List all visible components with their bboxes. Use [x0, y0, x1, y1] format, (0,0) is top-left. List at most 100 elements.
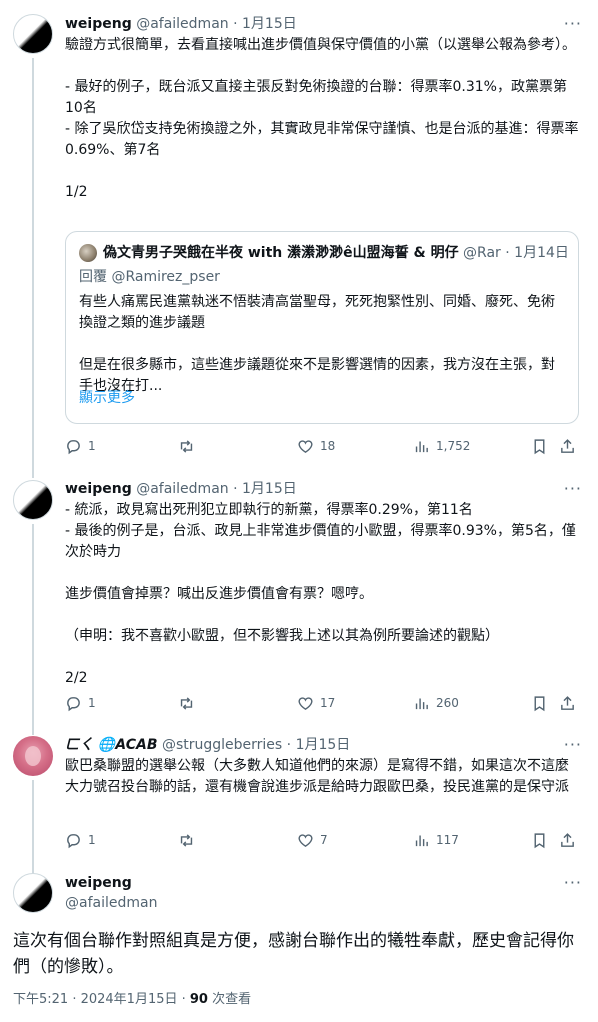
thread-line [32, 727, 34, 735]
reply-button[interactable]: 1 [65, 693, 96, 713]
views-button[interactable]: 260 [413, 693, 459, 713]
thread-line [32, 865, 34, 873]
thread-line [32, 780, 34, 865]
show-more-link[interactable]: 顯示更多 [79, 388, 135, 408]
like-button[interactable]: 7 [297, 830, 328, 850]
views-button[interactable]: 117 [413, 830, 459, 850]
tweet-meta: 下午5:21 · 2024年1月15日 · 90 次查看 [13, 990, 251, 1010]
more-icon[interactable]: ··· [564, 479, 582, 499]
quote-reply-handle: @Ramirez_pser [111, 269, 220, 285]
reply-count: 1 [88, 439, 96, 453]
views-count: 117 [436, 833, 459, 847]
share-button[interactable] [559, 436, 576, 456]
quote-header: 偽文青男子哭餓在半夜 with 潫潫渺渺ê山盟海誓 & 明仔 @Rar · 1月… [103, 245, 569, 261]
tweet-3[interactable]: ㄈㄑ 🌐ACAB @struggleberries · 1月15日 ··· 歐巴… [0, 727, 598, 865]
like-button[interactable]: 17 [297, 693, 335, 713]
views-count: 260 [436, 696, 459, 710]
bookmark-icon [534, 695, 545, 711]
tweet-header: weipeng @afailedman · 1月15日 [65, 16, 297, 32]
bookmark-icon [534, 832, 545, 848]
reply-icon [67, 696, 80, 711]
avatar[interactable] [13, 14, 53, 54]
tweet-text: 驗證方式很簡單，去看直接喊出進步價值與保守價值的小黨（以選舉公報為參考）。 - … [65, 37, 579, 200]
tweet-date[interactable]: 1月15日 [296, 737, 351, 753]
quote-avatar [79, 244, 97, 262]
views-icon [415, 441, 428, 452]
bookmark-button[interactable] [531, 436, 548, 456]
more-icon[interactable]: ··· [564, 14, 582, 34]
avatar-face [25, 746, 41, 766]
author-handle[interactable]: @struggleberries [162, 737, 282, 753]
views-total: 90 [189, 992, 208, 1007]
reply-icon [67, 833, 80, 848]
quote-text: 有些人痛罵民進黨執迷不悟裝清高當聖母，死死抱緊性別、同婚、廢死、免術換證之類的進… [79, 294, 555, 394]
bookmark-icon [534, 438, 545, 454]
tweet-text: - 統派，政見寫出死刑犯立即執行的新黨，得票率0.29%，第11名 - 最後的例… [65, 502, 576, 686]
more-icon[interactable]: ··· [564, 735, 582, 755]
author-handle[interactable]: @afailedman [136, 481, 228, 497]
main-author: weipeng @afailedman [65, 873, 157, 913]
avatar[interactable] [13, 480, 53, 520]
author-name[interactable]: weipeng [65, 873, 157, 893]
thread-line [32, 58, 34, 470]
author-name[interactable]: weipeng [65, 481, 132, 497]
retweet-button[interactable] [178, 830, 201, 850]
reply-count: 1 [88, 696, 96, 710]
retweet-button[interactable] [178, 436, 201, 456]
tweet-2[interactable]: weipeng @afailedman · 1月15日 ··· - 統派，政見寫… [0, 470, 598, 727]
tweet-timestamp[interactable]: 下午5:21 · 2024年1月15日 · [13, 992, 190, 1007]
retweet-button[interactable] [178, 693, 201, 713]
reply-button[interactable]: 1 [65, 830, 96, 850]
tweet-text: 歐巴桑聯盟的選舉公報（大多數人知道他們的來源）是寫得不錯，如果這次不這麼大力號召… [65, 758, 569, 795]
thread-line [32, 470, 34, 478]
quote-author-handle: @Rar [463, 245, 501, 261]
avatar[interactable] [13, 736, 53, 776]
retweet-icon [180, 439, 193, 453]
reply-button[interactable]: 1 [65, 436, 96, 456]
like-button[interactable]: 18 [297, 436, 335, 456]
author-handle[interactable]: @afailedman [136, 16, 228, 32]
tweet-header: weipeng @afailedman · 1月15日 [65, 481, 297, 497]
quote-reply-context: 回覆 @Ramirez_pser [79, 269, 220, 285]
bookmark-button[interactable] [531, 830, 548, 850]
views-label: 次查看 [207, 992, 252, 1007]
views-icon [415, 835, 428, 846]
quoted-tweet[interactable]: 偽文青男子哭餓在半夜 with 潫潫渺渺ê山盟海誓 & 明仔 @Rar · 1月… [65, 231, 579, 424]
more-icon[interactable]: ··· [564, 873, 582, 893]
author-name[interactable]: weipeng [65, 16, 132, 32]
reply-count: 1 [88, 833, 96, 847]
retweet-icon [180, 696, 193, 710]
views-button[interactable]: 1,752 [413, 436, 470, 456]
action-bar: 1 17 260 [65, 693, 580, 713]
share-button[interactable] [559, 830, 576, 850]
tweet-date[interactable]: 1月15日 [242, 16, 297, 32]
author-name[interactable]: ㄈㄑ 🌐ACAB [65, 737, 158, 753]
main-tweet: weipeng @afailedman ··· 這次有個台聯作對照組真是方便，感… [0, 865, 598, 1022]
like-icon [298, 696, 313, 710]
reply-icon [67, 439, 80, 454]
tweet-1[interactable]: weipeng @afailedman · 1月15日 ··· 驗證方式很簡單，… [0, 0, 598, 470]
like-count: 18 [320, 439, 336, 453]
share-icon [561, 832, 574, 847]
share-icon [561, 695, 574, 710]
views-icon [415, 698, 428, 709]
share-icon [561, 438, 574, 453]
bookmark-button[interactable] [531, 693, 548, 713]
thread-line [32, 524, 34, 727]
main-tweet-text: 這次有個台聯作對照組真是方便，感謝台聯作出的犧牲奉獻，歷史會記得你們（的慘敗）。 [13, 931, 574, 977]
author-handle[interactable]: @afailedman [65, 893, 157, 913]
views-count: 1,752 [436, 439, 471, 453]
retweet-icon [180, 833, 193, 847]
quote-author-name: 偽文青男子哭餓在半夜 with 潫潫渺渺ê山盟海誓 & 明仔 [103, 245, 459, 261]
action-bar: 1 18 1,752 [65, 436, 580, 456]
tweet-date[interactable]: 1月15日 [242, 481, 297, 497]
like-icon [298, 439, 313, 453]
quote-date: 1月14日 [514, 245, 569, 261]
share-button[interactable] [559, 693, 576, 713]
like-count: 17 [320, 696, 336, 710]
avatar[interactable] [13, 873, 53, 913]
like-icon [298, 833, 313, 847]
like-count: 7 [320, 833, 328, 847]
action-bar: 1 7 117 [65, 830, 580, 850]
tweet-header: ㄈㄑ 🌐ACAB @struggleberries · 1月15日 [65, 737, 351, 753]
